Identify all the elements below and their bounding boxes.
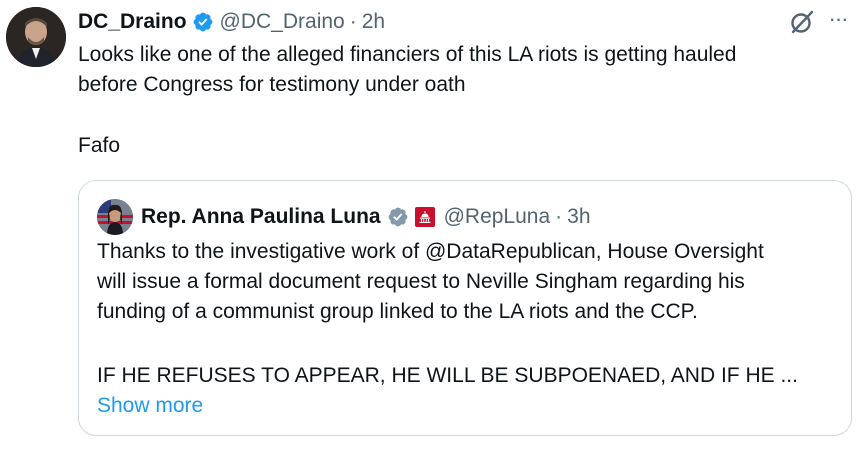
show-more-link[interactable]: Show more — [97, 391, 203, 421]
quoted-tweet-header: Rep. Anna Paulina Luna @RepLuna · 3h — [141, 202, 591, 232]
quoted-text-line: funding of a communist group linked to t… — [97, 300, 698, 323]
quoted-text-line: will issue a formal document request to … — [97, 270, 745, 293]
tweet-text: Looks like one of the alleged financiers… — [78, 40, 848, 100]
quoted-text-line: Thanks to the investigative work of @Dat… — [97, 240, 764, 263]
quoted-author-name[interactable]: Rep. Anna Paulina Luna — [141, 205, 381, 229]
verified-badge-gray-icon — [387, 206, 409, 228]
more-options-icon[interactable]: ··· — [822, 4, 854, 34]
tweet-text-line: Looks like one of the alleged financiers… — [78, 43, 737, 66]
quoted-tweet-timestamp[interactable]: 3h — [567, 205, 590, 229]
verified-badge-icon — [192, 11, 214, 33]
tweet-header: DC_Draino @DC_Draino · 2h — [78, 8, 385, 36]
quoted-author-avatar[interactable] — [97, 199, 133, 235]
quoted-tweet-card[interactable]: Rep. Anna Paulina Luna @RepLuna · 3h Tha… — [78, 180, 852, 436]
author-name[interactable]: DC_Draino — [78, 10, 187, 34]
tweet-text-extra: Fafo — [78, 134, 121, 157]
author-avatar[interactable] — [6, 7, 66, 67]
tweet-text-line: before Congress for testimony under oath — [78, 73, 466, 96]
tweet-timestamp[interactable]: 2h — [362, 10, 385, 34]
separator-dot: · — [555, 205, 563, 228]
quoted-tweet-text: Thanks to the investigative work of @Dat… — [97, 237, 837, 327]
author-handle[interactable]: @DC_Draino — [220, 10, 345, 34]
separator-dot: · — [349, 10, 357, 33]
house-of-representatives-badge-icon — [414, 207, 435, 227]
grok-icon[interactable] — [789, 9, 815, 35]
quoted-text-caps-line: IF HE REFUSES TO APPEAR, HE WILL BE SUBP… — [97, 364, 798, 387]
quoted-author-handle[interactable]: @RepLuna — [444, 205, 551, 229]
